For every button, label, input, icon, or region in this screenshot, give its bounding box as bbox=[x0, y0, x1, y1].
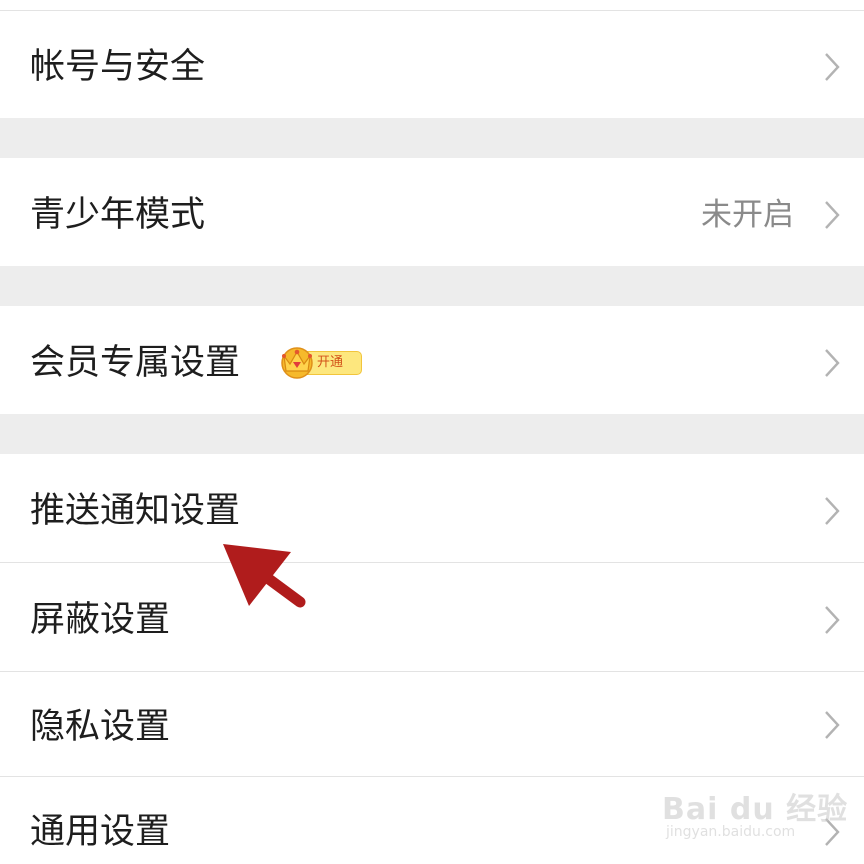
settings-item-privacy[interactable]: 隐私设置 bbox=[0, 672, 864, 776]
settings-item-label: 通用设置 bbox=[30, 812, 171, 852]
watermark-brand: Bai du 经验 bbox=[662, 792, 849, 827]
settings-item-label: 青少年模式 bbox=[30, 195, 206, 235]
chevron-right-icon bbox=[825, 53, 840, 81]
settings-item-label: 屏蔽设置 bbox=[30, 600, 171, 640]
settings-item-label: 帐号与安全 bbox=[30, 47, 206, 87]
vip-open-badge[interactable]: 开通 bbox=[278, 342, 364, 380]
baidu-jingyan-watermark: Bai du 经验 jingyan.baidu.com bbox=[662, 770, 847, 850]
settings-item-label: 会员专属设置 bbox=[30, 343, 241, 383]
watermark-url: jingyan.baidu.com bbox=[666, 824, 796, 840]
settings-item-account-security[interactable]: 帐号与安全 bbox=[0, 0, 864, 118]
settings-item-teen-mode[interactable]: 青少年模式 未开启 bbox=[0, 158, 864, 266]
chevron-right-icon bbox=[825, 497, 840, 525]
settings-screen: 帐号与安全 青少年模式 未开启 会员专属设置 开通 推送通知设置 屏蔽设置 隐私… bbox=[0, 0, 864, 864]
settings-item-label: 推送通知设置 bbox=[30, 491, 241, 531]
settings-item-vip-settings[interactable]: 会员专属设置 开通 bbox=[0, 306, 864, 414]
chevron-right-icon bbox=[825, 606, 840, 634]
annotation-arrow bbox=[223, 544, 306, 608]
crown-icon bbox=[281, 347, 313, 379]
top-divider bbox=[0, 10, 864, 11]
settings-item-push-notifications[interactable]: 推送通知设置 bbox=[0, 454, 864, 562]
settings-item-block[interactable]: 屏蔽设置 bbox=[0, 563, 864, 671]
settings-item-label: 隐私设置 bbox=[30, 707, 171, 747]
chevron-right-icon bbox=[825, 349, 840, 377]
settings-item-status: 未开启 bbox=[701, 197, 794, 233]
chevron-right-icon bbox=[825, 201, 840, 229]
vip-badge-text: 开通 bbox=[317, 355, 344, 370]
chevron-right-icon bbox=[825, 711, 840, 739]
